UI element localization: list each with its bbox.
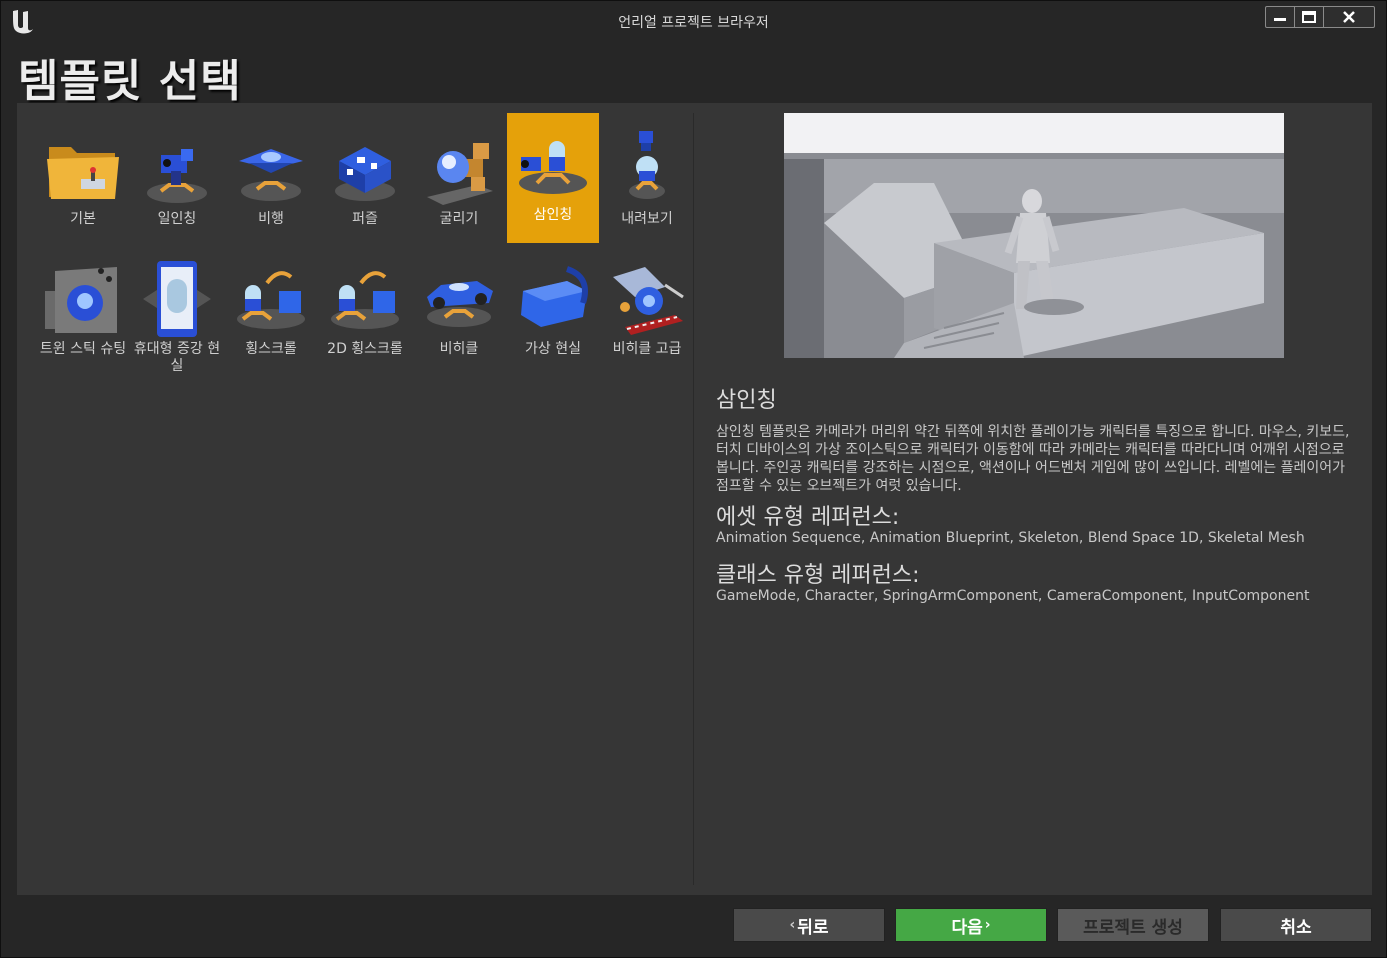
template-preview-image xyxy=(784,113,1284,358)
vehicle-icon xyxy=(417,257,501,341)
template-tile-flying[interactable]: 비행 xyxy=(225,123,317,253)
close-icon xyxy=(1343,11,1355,23)
template-tile-twin-stick[interactable]: 트윈 스틱 슈팅 xyxy=(37,253,129,383)
flying-icon xyxy=(229,127,313,211)
puzzle-icon xyxy=(323,127,407,211)
next-button-label: 다음 xyxy=(951,917,983,938)
chevron-right-icon: › xyxy=(984,917,991,933)
folder-icon xyxy=(41,127,125,211)
template-label: 가상 현실 xyxy=(525,341,581,357)
template-tile-top-down[interactable]: 내려보기 xyxy=(601,123,693,253)
minimize-icon xyxy=(1274,18,1286,21)
class-type-heading: 클래스 유형 레퍼런스: xyxy=(716,563,920,588)
third-person-icon xyxy=(511,123,595,207)
template-label: 횡스크롤 xyxy=(245,341,297,357)
twin-stick-icon xyxy=(41,257,125,341)
asset-type-list: Animation Sequence, Animation Blueprint,… xyxy=(716,530,1305,546)
vr-headset-icon xyxy=(511,257,595,341)
template-tile-side-scroller[interactable]: 횡스크롤 xyxy=(225,253,317,383)
template-tile-third-person[interactable]: 삼인칭 xyxy=(507,113,599,243)
first-person-icon xyxy=(135,127,219,211)
template-label: 퍼즐 xyxy=(352,211,378,227)
2d-side-scroller-icon xyxy=(323,257,407,341)
asset-type-heading: 에셋 유형 레퍼런스: xyxy=(716,505,900,530)
template-tile-first-person[interactable]: 일인칭 xyxy=(131,123,223,253)
panel-divider xyxy=(693,113,694,885)
template-label: 비행 xyxy=(258,211,284,227)
template-tile-vehicle[interactable]: 비히클 xyxy=(413,253,505,383)
template-label: 트윈 스틱 슈팅 xyxy=(39,341,127,357)
back-button[interactable]: ‹ 뒤로 xyxy=(733,908,885,942)
create-project-button[interactable]: 프로젝트 생성 xyxy=(1057,908,1209,942)
maximize-icon xyxy=(1302,11,1316,23)
template-tile-rolling[interactable]: 굴리기 xyxy=(413,123,505,253)
top-down-icon xyxy=(605,127,689,211)
template-tile-vehicle-advanced[interactable]: 비히클 고급 xyxy=(601,253,693,383)
template-tile-basic[interactable]: 기본 xyxy=(37,123,129,253)
class-type-list: GameMode, Character, SpringArmComponent,… xyxy=(716,588,1310,604)
template-label: 굴리기 xyxy=(439,211,479,227)
template-label: 비히클 xyxy=(439,341,479,357)
project-browser-window: 언리얼 프로젝트 브라우저 템플릿 선택 기본 일인칭 비행 퍼즐 굴리기 삼인… xyxy=(0,0,1387,958)
template-tile-2d-side-scroller[interactable]: 2D 횡스크롤 xyxy=(319,253,411,383)
cancel-button-label: 취소 xyxy=(1280,917,1312,938)
template-description: 삼인칭 템플릿은 카메라가 머리위 약간 뒤쪽에 위치한 플레이가능 캐릭터를 … xyxy=(716,424,1350,494)
template-tile-vr[interactable]: 가상 현실 xyxy=(507,253,599,383)
minimize-button[interactable] xyxy=(1266,7,1295,27)
template-label: 휴대형 증강 현실 xyxy=(133,341,221,374)
template-label: 일인칭 xyxy=(157,211,197,227)
side-scroller-icon xyxy=(229,257,313,341)
window-title: 언리얼 프로젝트 브라우저 xyxy=(618,15,769,31)
template-label: 2D 횡스크롤 xyxy=(327,341,403,357)
template-label: 내려보기 xyxy=(621,211,673,227)
rolling-icon xyxy=(417,127,501,211)
next-button[interactable]: 다음 › xyxy=(895,908,1047,942)
window-controls xyxy=(1265,6,1375,28)
vehicle-advanced-icon xyxy=(605,257,689,341)
create-project-button-label: 프로젝트 생성 xyxy=(1083,917,1183,938)
template-label: 삼인칭 xyxy=(533,207,573,223)
chevron-left-icon: ‹ xyxy=(789,917,796,933)
template-tile-handheld-ar[interactable]: 휴대형 증강 현실 xyxy=(131,253,223,383)
maximize-button[interactable] xyxy=(1295,7,1324,27)
back-button-label: 뒤로 xyxy=(797,917,829,938)
template-tile-puzzle[interactable]: 퍼즐 xyxy=(319,123,411,253)
main-panel: 기본 일인칭 비행 퍼즐 굴리기 삼인칭 내려보기 트윈 스틱 슈팅 휴대형 증… xyxy=(17,103,1372,895)
template-label: 비히클 고급 xyxy=(612,341,682,357)
template-label: 기본 xyxy=(70,211,96,227)
title-bar[interactable]: 언리얼 프로젝트 브라우저 xyxy=(1,1,1386,41)
template-detail-title: 삼인칭 xyxy=(716,388,777,413)
handheld-ar-icon xyxy=(135,257,219,341)
page-title: 템플릿 선택 xyxy=(18,56,242,107)
cancel-button[interactable]: 취소 xyxy=(1220,908,1372,942)
close-button[interactable] xyxy=(1324,7,1374,27)
